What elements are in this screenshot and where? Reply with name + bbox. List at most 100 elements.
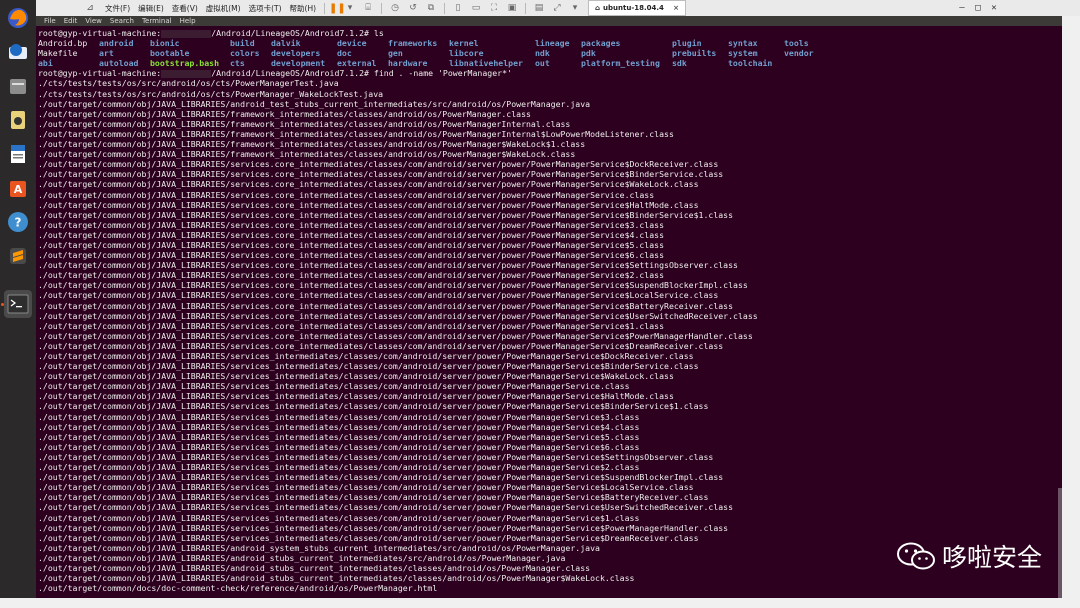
thumbnail-icon[interactable]: ▭ <box>470 3 482 14</box>
terminal-icon[interactable] <box>4 290 32 318</box>
toolbar-divider <box>444 2 446 14</box>
vm-menu-item[interactable]: 查看(V) <box>168 3 202 14</box>
rhythmbox-icon[interactable] <box>4 106 32 134</box>
ls-output: Android.bp android bionic build dalvik device… <box>38 38 1062 68</box>
output-line: ./out/target/common/obj/JAVA_LIBRARIES/a… <box>38 98 591 109</box>
ls-entry: Makefile <box>38 48 78 59</box>
vm-menu-item[interactable]: 文件(F) <box>101 3 134 14</box>
files-icon[interactable] <box>4 72 32 100</box>
output-line: ./out/target/common/obj/JAVA_LIBRARIES/s… <box>38 371 674 382</box>
output-line: ./out/target/common/obj/JAVA_LIBRARIES/s… <box>38 159 719 170</box>
toolbar-divider <box>525 2 527 14</box>
output-line: ./out/target/common/obj/JAVA_LIBRARIES/s… <box>38 512 640 523</box>
fullscreen-icon[interactable]: ⛶ <box>488 3 500 14</box>
snapshot-manager-icon[interactable]: ⧉ <box>425 3 437 14</box>
running-indicator <box>1 303 4 306</box>
terminal-menu-view[interactable]: View <box>81 17 106 25</box>
ls-entry: android <box>99 38 134 49</box>
tab-ubuntu[interactable]: ⌂ ubuntu-18.04.4 × <box>588 0 687 16</box>
terminal-menu-help[interactable]: Help <box>176 17 200 25</box>
vm-menu-item[interactable]: 选项卡(T) <box>245 3 286 14</box>
ubuntu-dock: A ? <box>0 0 36 608</box>
stretch-icon[interactable]: ⤢ <box>551 3 563 14</box>
ls-entry: hardware <box>388 58 428 69</box>
output-line: ./out/target/common/obj/JAVA_LIBRARIES/f… <box>38 139 586 150</box>
prompt-user: root@gyp-virtual-machine: <box>38 28 162 38</box>
ls-entry: bootable <box>150 48 190 59</box>
close-icon[interactable]: ✕ <box>986 3 1002 13</box>
software-center-icon[interactable]: A <box>4 174 32 202</box>
output-line: ./out/target/common/obj/JAVA_LIBRARIES/s… <box>38 502 734 513</box>
toolbar-divider <box>324 2 326 14</box>
vm-menu: 文件(F) 编辑(E) 查看(V) 虚拟机(M) 选项卡(T) 帮助(H) <box>101 3 320 14</box>
terminal-menu-search[interactable]: Search <box>106 17 138 25</box>
ls-entry: colors <box>230 48 260 59</box>
output-line: ./out/target/common/obj/JAVA_LIBRARIES/s… <box>38 401 709 412</box>
minimize-icon[interactable]: — <box>954 3 970 13</box>
output-line: ./out/target/common/obj/JAVA_LIBRARIES/s… <box>38 391 674 402</box>
writer-icon[interactable] <box>4 140 32 168</box>
output-line: ./out/target/common/obj/JAVA_LIBRARIES/s… <box>38 351 694 361</box>
ls-entry: libnativehelper <box>449 58 523 69</box>
output-line: ./out/target/common/obj/JAVA_LIBRARIES/f… <box>38 108 531 119</box>
pause-icon[interactable]: ❚❚ <box>329 3 346 14</box>
output-line: ./out/target/common/obj/JAVA_LIBRARIES/s… <box>38 472 724 483</box>
vm-menu-item[interactable]: 编辑(E) <box>134 3 168 14</box>
ls-entry: tools <box>784 38 809 49</box>
ls-row: abi autoload bootstrap.bash cts development e… <box>38 58 1062 68</box>
close-tab-icon[interactable]: × <box>673 4 679 12</box>
ls-entry: art <box>99 48 114 59</box>
ls-entry: ndk <box>535 48 550 59</box>
redacted-path <box>161 29 212 38</box>
output-line: ./out/target/common/obj/JAVA_LIBRARIES/f… <box>38 149 576 160</box>
ls-entry: build <box>230 38 255 49</box>
output-line: ./out/target/common/obj/JAVA_LIBRARIES/s… <box>38 209 734 220</box>
output-line: ./out/target/common/obj/JAVA_LIBRARIES/s… <box>38 239 665 250</box>
ls-entry: pdk <box>581 48 596 59</box>
svg-text:?: ? <box>15 216 22 230</box>
ls-row: Makefile art bootable colors developers doc ge… <box>38 48 1062 58</box>
snapshot-icon[interactable]: ◷ <box>389 3 401 14</box>
pin-icon[interactable]: ⊿ <box>85 3 95 13</box>
output-line: ./out/target/common/obj/JAVA_LIBRARIES/s… <box>38 421 640 432</box>
ls-entry: toolchain <box>728 58 773 69</box>
output-line: ./cts/tests/tests/os/src/android/os/cts/… <box>38 78 339 89</box>
terminal-menu-terminal[interactable]: Terminal <box>138 17 176 25</box>
help-icon[interactable]: ? <box>4 208 32 236</box>
sublime-text-icon[interactable] <box>4 242 32 270</box>
output-line: ./out/target/common/docs/doc-comment-che… <box>38 583 438 594</box>
vm-menu-item[interactable]: 虚拟机(M) <box>202 3 245 14</box>
terminal-menu-edit[interactable]: Edit <box>60 17 82 25</box>
vm-frame-right <box>1062 16 1080 608</box>
send-keys-icon[interactable]: ⌸ <box>362 3 374 14</box>
vm-menu-item[interactable]: 帮助(H) <box>286 3 321 14</box>
wechat-icon <box>896 542 935 570</box>
console-icon[interactable]: ▤ <box>533 3 545 14</box>
prompt-command: /Android/LineageOS/Android7.1.2# find . … <box>211 68 512 79</box>
ls-entry: gen <box>388 48 403 59</box>
ls-entry: bootstrap.bash <box>150 58 220 69</box>
ls-entry: libcore <box>449 48 484 59</box>
unity-icon[interactable]: ▣ <box>506 3 518 14</box>
terminal-window[interactable]: root@gyp-virtual-machine: /Android/Lineag… <box>36 26 1062 598</box>
revert-snapshot-icon[interactable]: ↺ <box>407 3 419 14</box>
maximize-icon[interactable]: □ <box>970 3 986 13</box>
output-line: ./out/target/common/obj/JAVA_LIBRARIES/s… <box>38 270 665 281</box>
output-line: ./out/target/common/obj/JAVA_LIBRARIES/s… <box>38 361 699 372</box>
watermark: 哆啦安全 <box>896 538 1042 574</box>
thunderbird-icon[interactable] <box>4 38 32 66</box>
stretch-dropdown-icon[interactable]: ▾ <box>569 3 581 14</box>
output-line: ./out/target/common/obj/JAVA_LIBRARIES/s… <box>38 250 665 261</box>
terminal-menu-file[interactable]: File <box>40 17 60 25</box>
ls-row: Android.bp android bionic build dalvik device… <box>38 38 1062 48</box>
ls-entry: abi <box>38 58 53 69</box>
ls-entry: doc <box>337 48 352 59</box>
ls-entry: bionic <box>150 38 180 49</box>
home-icon: ⌂ <box>595 4 601 12</box>
dropdown-icon[interactable]: ▾ <box>344 3 356 14</box>
firefox-icon[interactable] <box>4 4 32 32</box>
vm-frame-bottom <box>0 598 1080 608</box>
output-line: ./out/target/common/obj/JAVA_LIBRARIES/s… <box>38 411 640 422</box>
library-icon[interactable]: ▯ <box>452 3 464 14</box>
output-line: ./out/target/common/obj/JAVA_LIBRARIES/s… <box>38 179 699 190</box>
